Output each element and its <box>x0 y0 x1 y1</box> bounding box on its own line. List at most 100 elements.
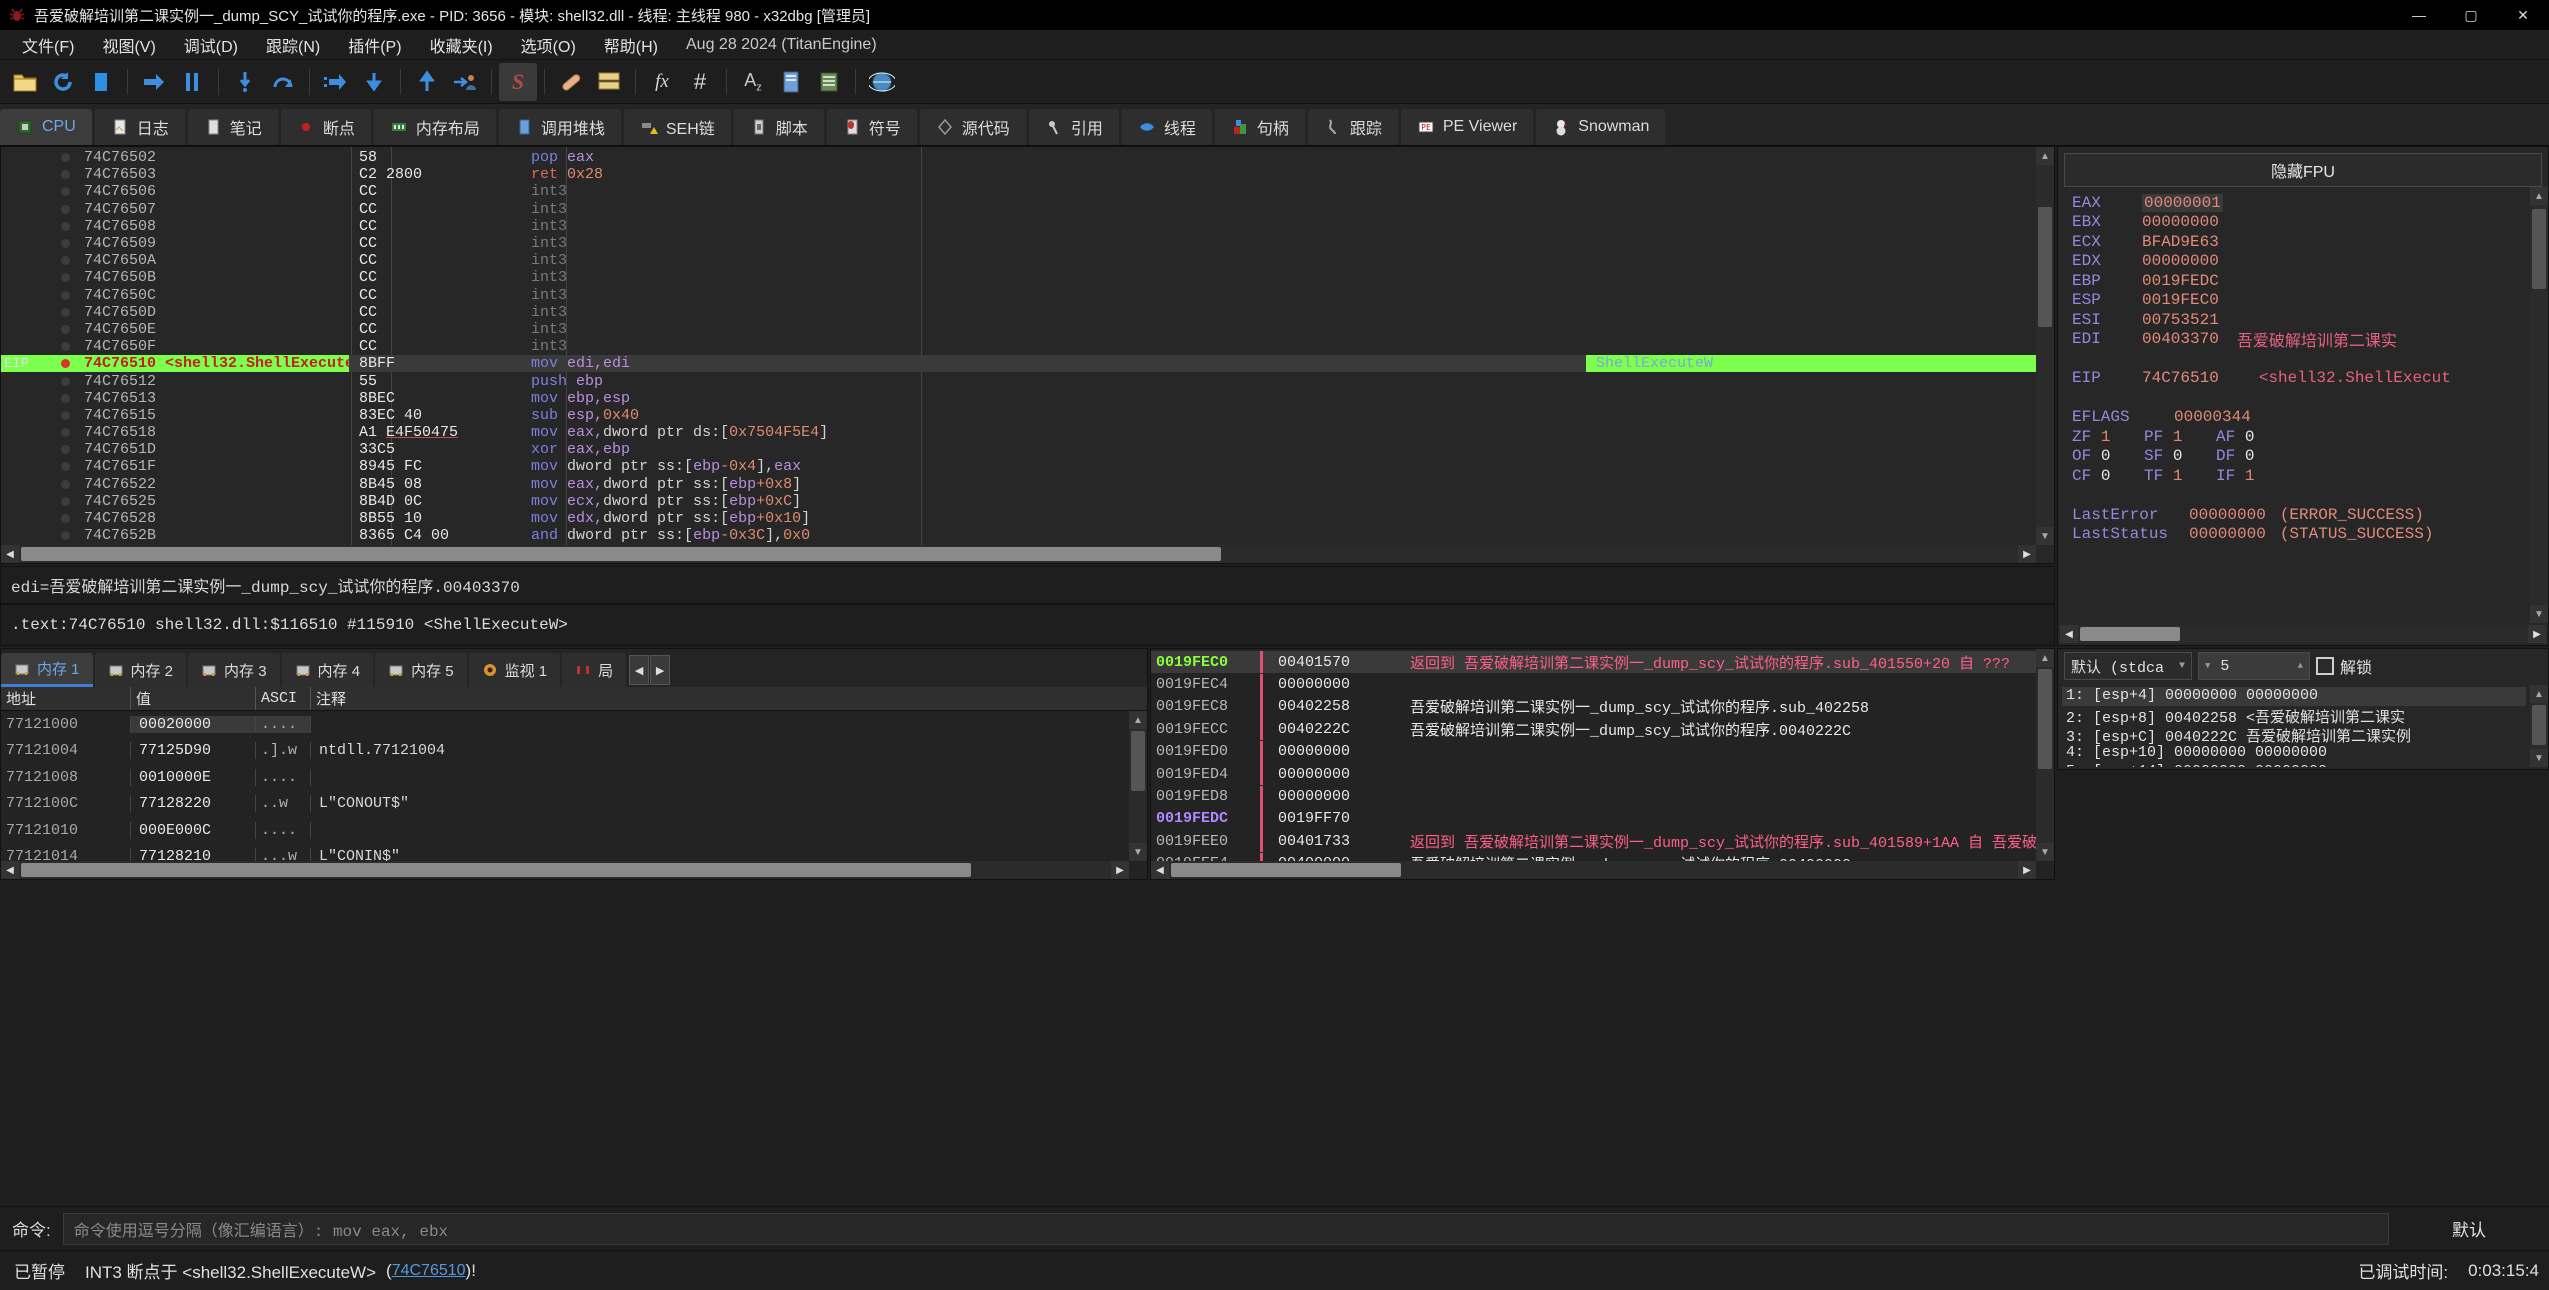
scroll-thumb[interactable] <box>2080 627 2180 641</box>
scroll-thumb[interactable] <box>2038 669 2052 769</box>
dump-tab-2[interactable]: 内存 2 <box>94 653 187 687</box>
calling-convention-select[interactable]: 默认 (stdca ▼ <box>2064 652 2192 680</box>
dump-header-ascii[interactable]: ASCI <box>256 687 311 710</box>
disassembly-row[interactable]: 74C76525 8B4D 0C mov ecx,dword ptr ss:[ebp… <box>1 493 2036 510</box>
menu-item-debug[interactable]: 调试(D) <box>170 30 252 60</box>
disassembly-row[interactable]: 74C7651D 33C5 xor eax,ebp <box>1 441 2036 458</box>
register-row-laststatus[interactable]: LastStatus 00000000 (STATUS_SUCCESS) <box>2064 525 2526 545</box>
register-value[interactable]: 74C76510 <box>2142 369 2219 387</box>
stack-row[interactable]: 0019FEC0 00401570 返回到 吾爱破解培训第二课实例一_dump_sc… <box>1151 651 2036 674</box>
dump-row[interactable]: 7712100C 77128220 ..w L"CONOUT$" <box>1 791 1129 818</box>
register-row-ecx[interactable]: ECX BFAD9E63 <box>2064 232 2526 252</box>
tab-symbols[interactable]: 符号 <box>826 109 917 145</box>
stack-row[interactable]: 0019FEC8 00402258 吾爱破解培训第二课实例一_dump_scy_试试… <box>1151 695 2036 718</box>
disassembly-row[interactable]: 74C7651F 8945 FC mov dword ptr ss:[ebp-0x4… <box>1 458 2036 475</box>
dump-panel[interactable]: 内存 1 内存 2 内存 3 内存 4 内存 5 监视 1 局 ◀ ▶ 地址 值 ASCI 注释… <box>0 648 1148 880</box>
dump-tab-5[interactable]: 内存 5 <box>375 653 467 687</box>
scroll-right-arrow[interactable]: ▶ <box>1111 861 1129 879</box>
register-row-edx[interactable]: EDX 00000000 <box>2064 252 2526 272</box>
stack-row[interactable]: 0019FED8 00000000 <box>1151 785 2036 808</box>
breakpoint-toggle[interactable] <box>51 187 79 197</box>
disassembly-row[interactable]: 74C7650D CC int3 <box>1 304 2036 321</box>
menu-item-favourites[interactable]: 收藏夹(I) <box>416 30 507 60</box>
scroll-left-arrow[interactable]: ◀ <box>1 545 19 563</box>
flag-sf[interactable]: SF 0 <box>2144 447 2216 465</box>
register-row-lasterror[interactable]: LastError 00000000 (ERROR_SUCCESS) <box>2064 505 2526 525</box>
dump-row[interactable]: 77121000 00020000.... <box>1 711 1129 738</box>
dump-row[interactable]: 77121010 000E000C.... <box>1 817 1129 844</box>
scroll-up-arrow[interactable]: ▲ <box>2530 685 2548 703</box>
argument-row[interactable]: 5: [esp+14] 00000000 00000000 <box>2062 763 2526 767</box>
flag-af[interactable]: AF 0 <box>2216 428 2288 446</box>
stack-row[interactable]: 0019FEE0 00401733 返回到 吾爱破解培训第二课实例一_dump_sc… <box>1151 830 2036 853</box>
scroll-right-arrow[interactable]: ▶ <box>2528 625 2546 643</box>
registers-panel[interactable]: 隐藏FPU EAX 00000001 EBX 00000000 ECX BFAD9E63 E… <box>2057 146 2549 646</box>
memmap-icon[interactable] <box>810 63 848 101</box>
tab-scroll-left-icon[interactable]: ◀ <box>629 655 650 685</box>
tab-threads[interactable]: 线程 <box>1121 109 1212 145</box>
breakpoint-toggle[interactable] <box>51 479 79 489</box>
disassembly-row[interactable]: 74C7650E CC int3 <box>1 321 2036 338</box>
stack-row[interactable]: 0019FECC 0040222C 吾爱破解培训第二课实例一_dump_scy_试试… <box>1151 718 2036 741</box>
flag-df[interactable]: DF 0 <box>2216 447 2288 465</box>
register-value[interactable]: 00000001 <box>2142 193 2223 212</box>
dump-row[interactable]: 77121004 77125D90 .].w ntdll.77121004 <box>1 738 1129 765</box>
scroll-up-arrow[interactable]: ▲ <box>2036 649 2054 667</box>
scroll-thumb[interactable] <box>2532 705 2546 745</box>
tab-call-stack[interactable]: 调用堆栈 <box>498 109 621 145</box>
breakpoint-toggle[interactable] <box>51 496 79 506</box>
disassembly-row[interactable]: 74C7650F CC int3 <box>1 338 2036 355</box>
dump-tab-4[interactable]: 内存 4 <box>281 653 374 687</box>
breakpoint-toggle[interactable] <box>51 324 79 334</box>
stack-panel[interactable]: 0019FEC0 00401570 返回到 吾爱破解培训第二课实例一_dump_sc… <box>1150 648 2055 880</box>
disasm-vertical-scrollbar[interactable]: ▲ ▼ <box>2036 147 2054 545</box>
register-value[interactable]: BFAD9E63 <box>2142 233 2219 251</box>
minimize-button[interactable]: — <box>2393 0 2445 30</box>
command-default-button[interactable]: 默认 <box>2389 1216 2549 1241</box>
scroll-down-arrow[interactable]: ▼ <box>2036 843 2054 861</box>
scroll-right-arrow[interactable]: ▶ <box>2018 861 2036 879</box>
register-row-ebx[interactable]: EBX 00000000 <box>2064 213 2526 233</box>
execute-till-return-icon[interactable] <box>408 63 446 101</box>
scroll-up-arrow[interactable]: ▲ <box>1129 711 1147 729</box>
dump-row[interactable]: 77121014 77128210 ...w L"CONIN$" <box>1 844 1129 861</box>
disassembly-row[interactable]: 74C76513 8BEC mov ebp,esp <box>1 390 2036 407</box>
disassembly-row[interactable]: 74C76508 CC int3 <box>1 218 2036 235</box>
breakpoint-toggle[interactable] <box>51 462 79 472</box>
disassembly-row[interactable]: 74C76512 55 push ebp <box>1 372 2036 390</box>
dump-row[interactable]: 77121008 0010000E.... <box>1 764 1129 791</box>
dump-header-comment[interactable]: 注释 <box>311 687 1147 710</box>
register-value[interactable]: 00403370 <box>2142 330 2219 348</box>
disassembly-row[interactable]: 74C7650A CC int3 <box>1 252 2036 269</box>
close-button[interactable]: ✕ <box>2497 0 2549 30</box>
disassembly-row[interactable]: 74C76528 8B55 10 mov edx,dword ptr ss:[ebp… <box>1 510 2036 527</box>
scroll-left-arrow[interactable]: ◀ <box>1 861 19 879</box>
chevron-down-icon[interactable]: ▼ <box>2205 661 2210 671</box>
registers-vertical-scrollbar[interactable]: ▲ ▼ <box>2530 187 2548 623</box>
chevron-up-icon[interactable]: ▲ <box>2298 661 2303 671</box>
dump-header-value[interactable]: 值 <box>131 687 256 710</box>
tab-log[interactable]: 日志 <box>94 109 185 145</box>
tab-seh[interactable]: SEH链 <box>623 109 731 145</box>
flag-cf[interactable]: CF 0 <box>2072 467 2144 485</box>
tab-scroll-right-icon[interactable]: ▶ <box>650 655 671 685</box>
register-value[interactable]: 00000000 <box>2142 252 2219 270</box>
tab-trace[interactable]: 跟踪 <box>1307 109 1398 145</box>
scroll-thumb[interactable] <box>2532 209 2546 289</box>
breakpoint-toggle[interactable] <box>51 221 79 231</box>
disassembly-row[interactable]: 74C7650B CC int3 <box>1 269 2036 286</box>
breakpoint-toggle[interactable] <box>51 359 79 369</box>
register-value[interactable]: 0019FEDC <box>2142 272 2219 290</box>
argument-row[interactable]: 2: [esp+8] 00402258 <吾爱破解培训第二课实 <box>2062 706 2526 727</box>
breakpoint-toggle[interactable] <box>51 256 79 266</box>
scroll-left-arrow[interactable]: ◀ <box>1151 861 1169 879</box>
disassembly-row[interactable]: 74C76515 83EC 40 sub esp,0x40 <box>1 407 2036 424</box>
disassembly-row[interactable]: EIP 74C76510 <shell32.ShellExecuteW> 8BFF m… <box>1 355 2036 373</box>
breakpoint-toggle[interactable] <box>51 531 79 541</box>
breakpoint-toggle[interactable] <box>51 239 79 249</box>
command-input[interactable]: 命令使用逗号分隔（像汇编语言）: mov eax, ebx <box>62 1212 2389 1245</box>
register-row-esp[interactable]: ESP 0019FEC0 <box>2064 291 2526 311</box>
argument-row[interactable]: 3: [esp+C] 0040222C 吾爱破解培训第二课实例 <box>2062 725 2526 746</box>
scroll-thumb[interactable] <box>21 863 971 877</box>
log-window-icon[interactable] <box>590 63 628 101</box>
